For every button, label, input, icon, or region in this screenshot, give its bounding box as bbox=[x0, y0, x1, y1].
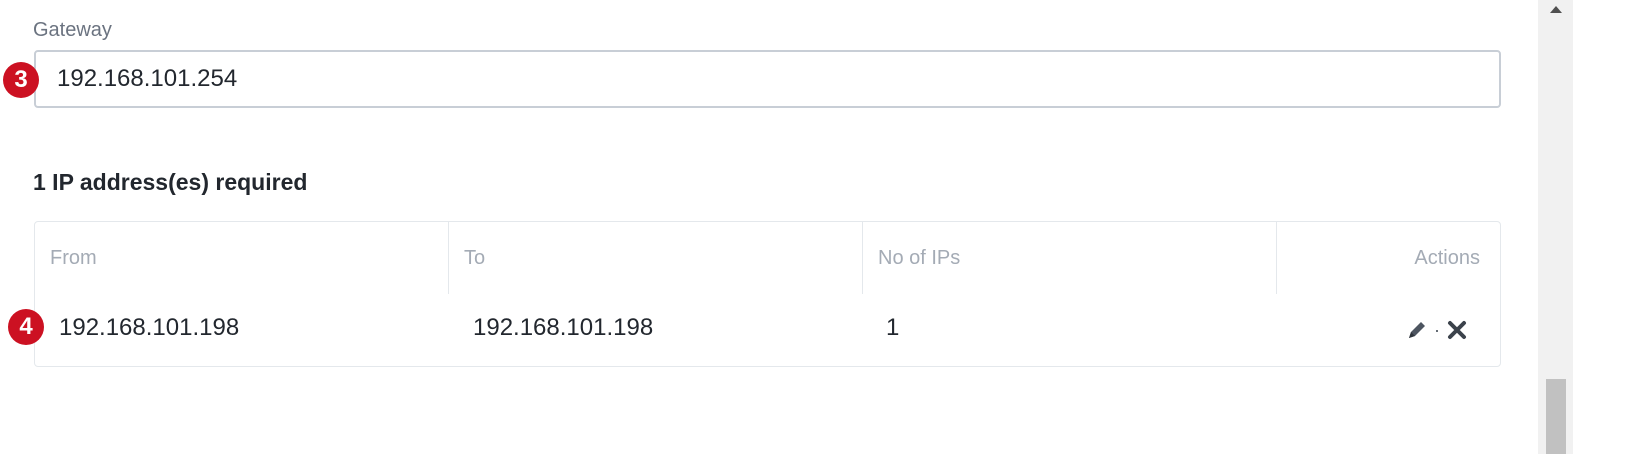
column-header-actions: Actions bbox=[1414, 247, 1480, 269]
ip-range-table: From To No of IPs Actions 192.168.101.19… bbox=[34, 221, 1501, 367]
cell-no-of-ips: 1 bbox=[886, 314, 900, 341]
cell-to: 192.168.101.198 bbox=[473, 314, 654, 341]
ip-required-heading: 1 IP address(es) required bbox=[33, 169, 308, 195]
step-badge-4: 4 bbox=[8, 309, 44, 345]
gateway-label: Gateway bbox=[33, 19, 112, 41]
cell-from: 192.168.101.198 bbox=[59, 314, 240, 341]
column-divider bbox=[448, 222, 449, 294]
column-divider bbox=[862, 222, 863, 294]
delete-icon[interactable] bbox=[1446, 319, 1468, 341]
table-header: From To No of IPs Actions bbox=[35, 222, 1500, 294]
scroll-up-arrow-icon[interactable] bbox=[1546, 2, 1566, 16]
scrollbar-thumb[interactable] bbox=[1546, 379, 1566, 454]
table-row: 192.168.101.198 192.168.101.198 1 · bbox=[35, 294, 1500, 366]
edit-icon[interactable] bbox=[1406, 319, 1428, 341]
row-actions: · bbox=[1406, 318, 1468, 342]
column-divider bbox=[1276, 222, 1277, 294]
gateway-input[interactable] bbox=[34, 50, 1501, 108]
step-badge-3: 3 bbox=[3, 62, 39, 98]
column-header-no-of-ips: No of IPs bbox=[878, 247, 961, 269]
column-header-to: To bbox=[464, 247, 486, 269]
action-separator: · bbox=[1434, 320, 1440, 340]
column-header-from: From bbox=[50, 247, 97, 269]
